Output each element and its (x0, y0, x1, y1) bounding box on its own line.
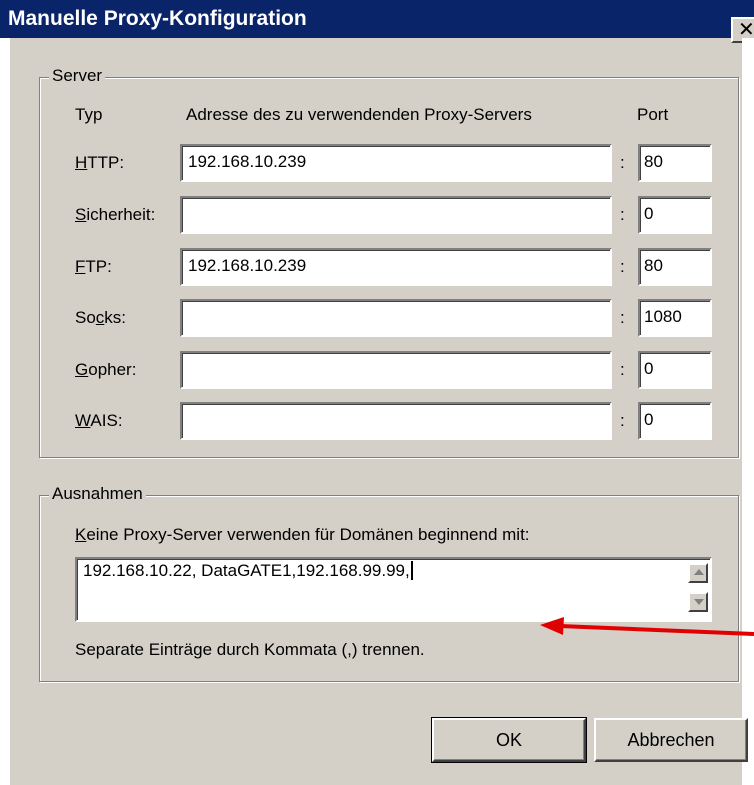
ftp-colon: : (620, 257, 625, 276)
server-group-label: Server (49, 66, 106, 86)
label-gopher-accel: G (75, 360, 89, 379)
red-arrow-annotation (540, 617, 754, 636)
http-colon: : (620, 153, 625, 172)
exceptions-value: 192.168.10.22, DataGATE1,192.168.99.99, (83, 561, 410, 580)
exceptions-label: Keine Proxy-Server verwenden für Domänen… (75, 525, 530, 545)
gopher-address-input[interactable] (180, 351, 612, 389)
security-address-input[interactable] (180, 196, 612, 234)
left-edge (0, 38, 10, 785)
ok-button[interactable]: OK (431, 717, 587, 763)
proxy-config-dialog: Manuelle Proxy-Konfiguration ✕ Server Ty… (0, 0, 754, 785)
ftp-port-input[interactable]: 80 (638, 248, 712, 286)
label-ftp-accel: F (75, 257, 86, 276)
exceptions-group-label: Ausnahmen (49, 484, 146, 504)
label-gopher-post: opher: (88, 360, 137, 379)
arrow-head (540, 617, 564, 635)
security-port-input[interactable]: 0 (638, 196, 712, 234)
exceptions-hint: Separate Einträge durch Kommata (,) tren… (75, 640, 425, 659)
label-wais-accel: W (75, 411, 91, 430)
header-type: Typ (75, 105, 103, 124)
label-socks-post: ks: (104, 308, 127, 327)
cancel-button[interactable]: Abbrechen (594, 718, 748, 762)
label-security: Sicherheit: (75, 205, 155, 225)
wais-colon: : (620, 411, 625, 430)
gopher-port-input[interactable]: 0 (638, 351, 712, 389)
label-ftp-post: TP: (85, 257, 112, 276)
socks-colon: : (620, 308, 625, 327)
http-port-input[interactable]: 80 (638, 144, 712, 182)
http-address-input[interactable]: 192.168.10.239 (180, 144, 612, 182)
security-colon: : (620, 205, 625, 224)
gopher-colon: : (620, 360, 625, 379)
window-title: Manuelle Proxy-Konfiguration (8, 7, 307, 30)
right-edge (742, 38, 754, 785)
exceptions-label-text: eine Proxy-Server verwenden für Domänen … (86, 525, 530, 544)
wais-address-input[interactable] (180, 402, 612, 440)
scroll-up-button[interactable] (688, 563, 708, 583)
header-port: Port (637, 105, 669, 124)
label-http-post: TTP: (87, 153, 125, 172)
wais-port-input[interactable]: 0 (638, 402, 712, 440)
label-ftp: FTP: (75, 257, 112, 277)
socks-address-input[interactable] (180, 299, 612, 337)
label-socks-pre: So (75, 308, 96, 327)
scroll-down-icon (694, 599, 704, 605)
exceptions-label-accel: K (75, 525, 87, 544)
scroll-up-icon (694, 569, 704, 575)
header-address: Adresse des zu verwendenden Proxy-Server… (186, 105, 532, 124)
label-wais: WAIS: (75, 411, 123, 431)
arrow-shaft (559, 624, 754, 636)
label-security-accel: S (75, 205, 87, 224)
label-http-accel: H (75, 153, 88, 172)
label-security-post: icherheit: (86, 205, 156, 224)
title-bar: Manuelle Proxy-Konfiguration ✕ (0, 0, 754, 43)
ftp-address-input[interactable]: 192.168.10.239 (180, 248, 612, 286)
text-cursor (410, 561, 413, 580)
label-gopher: Gopher: (75, 360, 136, 380)
socks-port-input[interactable]: 1080 (638, 299, 712, 337)
label-http: HTTP: (75, 153, 124, 173)
scroll-down-button[interactable] (688, 592, 708, 612)
label-wais-post: AIS: (90, 411, 123, 430)
label-socks: Socks: (75, 308, 126, 328)
